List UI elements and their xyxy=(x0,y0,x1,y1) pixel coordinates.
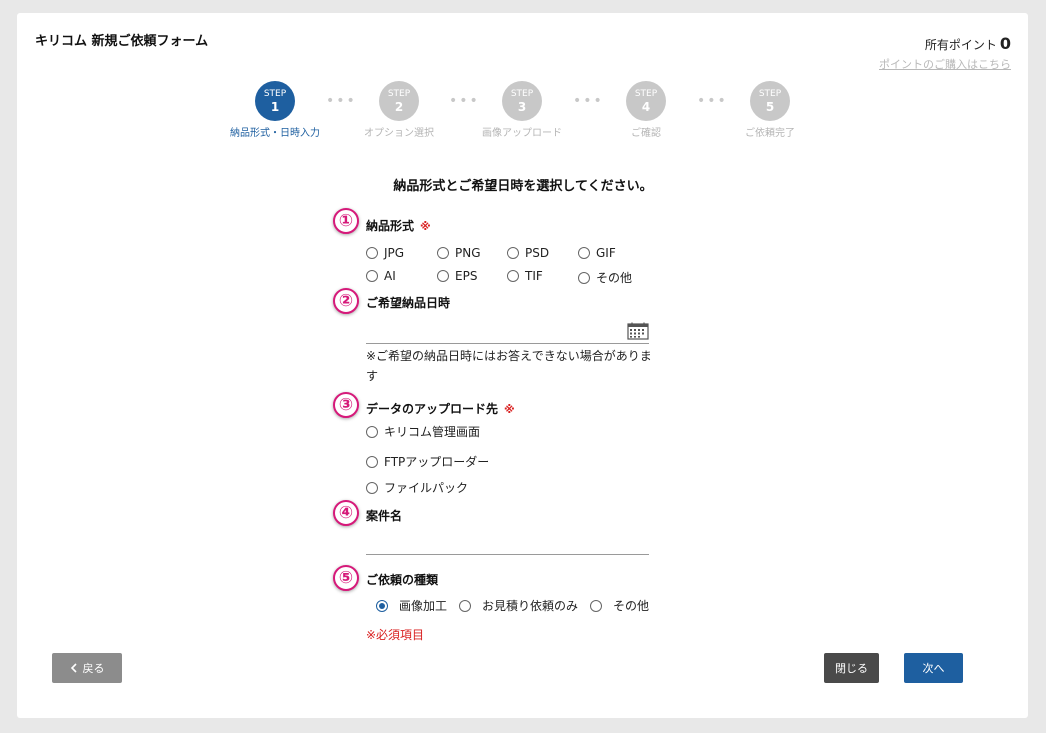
step-4-label: ご確認 xyxy=(631,128,661,139)
radio-png[interactable]: PNG xyxy=(437,246,481,260)
badge-2: ② xyxy=(333,288,359,314)
radio-button xyxy=(437,247,449,259)
date-input[interactable] xyxy=(366,343,649,344)
radio-button xyxy=(578,271,590,284)
radio-button xyxy=(507,247,519,259)
step-5: STEP 5 ご依頼完了 xyxy=(715,81,825,139)
radio-estimate-only[interactable]: お見積り依頼のみ xyxy=(459,597,578,614)
q2-label: ご希望納品日時 xyxy=(366,296,451,310)
radio-button xyxy=(366,247,378,259)
step-4: STEP 4 ご確認 xyxy=(591,81,701,139)
date-note: ※ご希望の納品日時にはお答えできない場合があります xyxy=(366,349,652,383)
radio-other-type[interactable]: その他 xyxy=(590,597,649,614)
next-button[interactable]: 次へ xyxy=(904,653,963,683)
step-3-number: 3 xyxy=(517,99,527,114)
radio-label: ファイルパック xyxy=(384,481,469,495)
badge-5: ⑤ xyxy=(333,565,359,591)
radio-label: お見積り依頼のみ xyxy=(482,599,579,613)
radio-tif[interactable]: TIF xyxy=(507,269,543,283)
back-button[interactable]: 戻る xyxy=(52,653,122,683)
radio-ftp-uploader[interactable]: FTPアップローダー xyxy=(366,453,489,470)
chevron-left-icon xyxy=(70,663,77,673)
step-4-number: 4 xyxy=(641,99,651,114)
radio-kiricom-admin[interactable]: キリコム管理画面 xyxy=(366,423,480,440)
badge-4: ④ xyxy=(333,500,359,526)
radio-psd[interactable]: PSD xyxy=(507,246,549,260)
radio-label: GIF xyxy=(596,246,616,260)
q4-label: 案件名 xyxy=(366,509,403,523)
page-heading: 納品形式とご希望日時を選択してください。 xyxy=(393,179,653,194)
required-mark: ※ xyxy=(420,220,431,233)
q1-label-text: 納品形式 xyxy=(366,219,415,233)
radio-other-format[interactable]: その他 xyxy=(578,269,632,286)
q5-label: ご依頼の種類 xyxy=(366,573,439,587)
radio-jpg[interactable]: JPG xyxy=(366,246,404,260)
radio-button xyxy=(366,455,378,468)
step-3-caption: STEP xyxy=(510,88,534,99)
radio-label: その他 xyxy=(596,271,633,285)
step-indicator: STEP 1 納品形式・日時入力 ••• STEP 2 オプション選択 ••• ST… xyxy=(200,81,800,141)
radio-button xyxy=(437,270,449,282)
radio-label: キリコム管理画面 xyxy=(384,425,481,439)
project-name-input[interactable] xyxy=(366,554,649,555)
step-2-caption: STEP xyxy=(387,88,411,99)
radio-eps[interactable]: EPS xyxy=(437,269,477,283)
step-4-caption: STEP xyxy=(634,88,658,99)
step-1-caption: STEP xyxy=(263,88,287,99)
radio-label: PNG xyxy=(455,246,481,260)
step-5-number: 5 xyxy=(765,99,775,114)
radio-button xyxy=(590,599,602,612)
radio-ai[interactable]: AI xyxy=(366,269,396,283)
radio-label: JPG xyxy=(384,246,405,260)
back-button-label: 戻る xyxy=(82,662,105,675)
step-2-label: オプション選択 xyxy=(364,128,434,139)
points-label: 所有ポイント xyxy=(924,38,997,52)
step-2: STEP 2 オプション選択 xyxy=(344,81,454,139)
q3-label-text: データのアップロード先 xyxy=(366,402,499,416)
points-display: 所有ポイント 0 xyxy=(925,34,1011,53)
radio-label: TIF xyxy=(525,269,543,283)
badge-3: ③ xyxy=(333,392,359,418)
radio-label: その他 xyxy=(613,599,650,613)
step-1-number: 1 xyxy=(270,99,280,114)
buy-points-link[interactable]: ポイントのご購入はこちら xyxy=(879,56,1011,72)
radio-label: FTPアップローダー xyxy=(384,455,490,469)
badge-1: ① xyxy=(333,208,359,234)
radio-label: AI xyxy=(384,269,396,283)
radio-button xyxy=(366,481,378,494)
radio-file-pack[interactable]: ファイルパック xyxy=(366,479,468,496)
points-value: 0 xyxy=(999,34,1011,53)
step-1: STEP 1 納品形式・日時入力 xyxy=(220,81,330,139)
step-1-label: 納品形式・日時入力 xyxy=(230,128,320,139)
required-note: ※必須項目 xyxy=(366,628,425,642)
radio-label: PSD xyxy=(525,246,550,260)
radio-gif[interactable]: GIF xyxy=(578,246,616,260)
q1-label: 納品形式 ※ xyxy=(366,217,431,234)
radio-button-selected xyxy=(376,599,388,612)
radio-image-editing[interactable]: 画像加工 xyxy=(376,597,447,614)
form-title: キリコム 新規ご依頼フォーム xyxy=(35,34,209,49)
radio-button xyxy=(578,247,590,259)
required-mark: ※ xyxy=(504,403,515,416)
step-2-number: 2 xyxy=(394,99,404,114)
step-5-label: ご依頼完了 xyxy=(745,128,795,139)
radio-button xyxy=(366,270,378,282)
radio-button xyxy=(507,270,519,282)
calendar-icon[interactable] xyxy=(627,322,649,340)
q3-label: データのアップロード先 ※ xyxy=(366,400,515,417)
radio-label: 画像加工 xyxy=(399,599,448,613)
step-3: STEP 3 画像アップロード xyxy=(467,81,577,139)
close-button[interactable]: 閉じる xyxy=(824,653,879,683)
radio-label: EPS xyxy=(455,269,478,283)
radio-button xyxy=(459,599,471,612)
step-5-caption: STEP xyxy=(758,88,782,99)
step-3-label: 画像アップロード xyxy=(482,128,562,139)
radio-button xyxy=(366,425,378,438)
